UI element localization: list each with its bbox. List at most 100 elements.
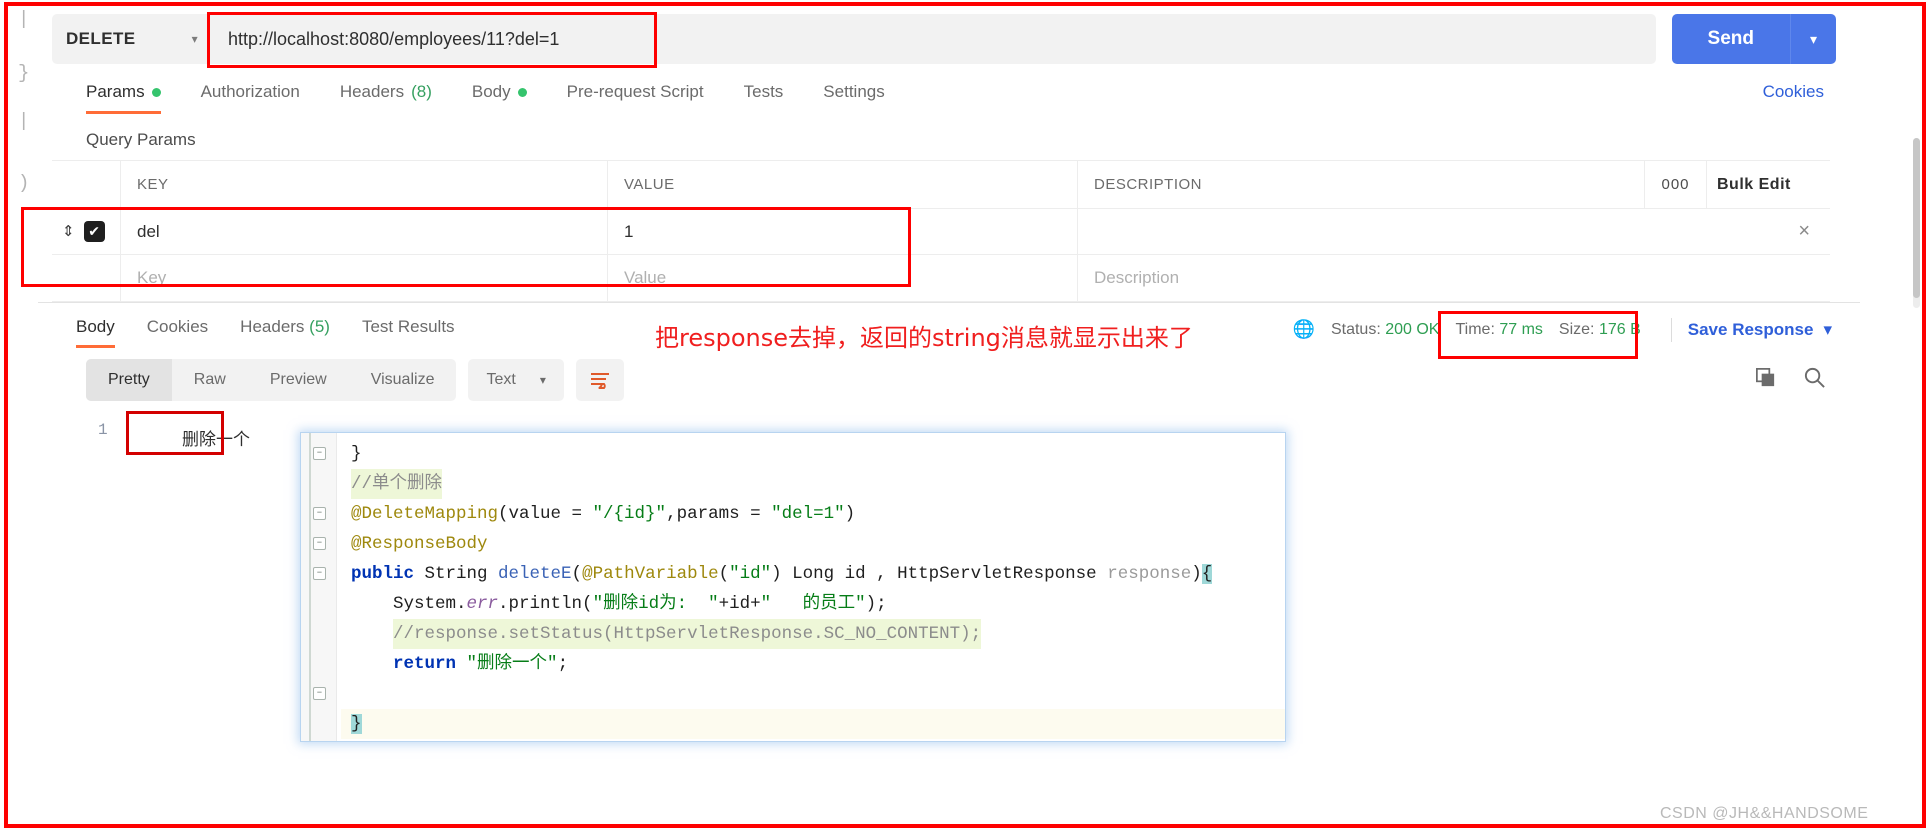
send-options-chevron-down-icon[interactable]: ▾ xyxy=(1790,14,1836,64)
tab-pre-request-script-label: Pre-request Script xyxy=(566,82,704,101)
search-icon[interactable] xyxy=(1803,366,1826,394)
wrap-lines-glyph xyxy=(590,373,609,389)
row-key-input[interactable]: del xyxy=(120,208,607,255)
placeholder-key-label: Key xyxy=(137,268,167,287)
request-tabs: Params Authorization Headers (8) Body Pr… xyxy=(38,68,1860,116)
size-value: 176 B xyxy=(1598,320,1641,338)
request-url-row: DELETE ▾ http://localhost:8080/employees… xyxy=(38,6,1860,68)
code-line-content: } xyxy=(351,444,362,464)
remove-row-icon[interactable]: × xyxy=(1798,220,1830,243)
code-token: deleteE xyxy=(498,564,572,584)
save-response-button[interactable]: Save Response ▾ xyxy=(1688,320,1832,340)
fold-marker-icon[interactable]: − xyxy=(313,507,326,520)
fold-marker-icon[interactable]: − xyxy=(313,567,326,580)
save-response-label: Save Response xyxy=(1687,319,1814,339)
view-mode-preview[interactable]: Preview xyxy=(248,359,349,401)
copy-icon[interactable] xyxy=(1754,366,1777,394)
code-token: ; xyxy=(557,654,569,674)
placeholder-value-input[interactable]: Value xyxy=(607,255,1077,301)
response-right-icons xyxy=(1754,366,1826,394)
status-metrics-group: 🌐 Status: 200 OK Time: 77 ms Size: 176 B xyxy=(1281,311,1655,348)
row-description-input[interactable]: × xyxy=(1077,208,1830,255)
tab-headers-count: (8) xyxy=(411,82,432,101)
table-options-dots-icon[interactable]: 000 xyxy=(1644,160,1706,209)
bulk-edit-button[interactable]: Bulk Edit xyxy=(1706,160,1830,209)
tab-authorization[interactable]: Authorization xyxy=(201,82,300,102)
view-mode-raw[interactable]: Raw xyxy=(172,359,248,401)
code-token: "id" xyxy=(729,564,772,584)
code-line: public String deleteE(@PathVariable("id"… xyxy=(341,559,1285,589)
response-body-text: 删除一个 xyxy=(182,430,250,450)
save-response-chevron-down-icon: ▾ xyxy=(1823,319,1832,339)
tab-tests[interactable]: Tests xyxy=(744,82,784,102)
cookies-link[interactable]: Cookies xyxy=(1763,82,1824,102)
gutter-glyph-0: | xyxy=(18,8,30,30)
response-tab-test-results[interactable]: Test Results xyxy=(362,317,455,337)
code-token: ( xyxy=(571,564,583,584)
query-params-table: KEY VALUE DESCRIPTION 000 Bulk Edit ⇕ ✔ … xyxy=(52,160,1830,302)
fold-marker-icon[interactable]: − xyxy=(313,687,326,700)
query-params-title: Query Params xyxy=(86,130,196,149)
view-mode-visualize[interactable]: Visualize xyxy=(349,359,457,401)
url-input[interactable]: http://localhost:8080/employees/11?del=1 xyxy=(212,14,1656,64)
row-enabled-checkbox[interactable]: ✔ xyxy=(83,221,105,242)
request-scrollbar-thumb[interactable] xyxy=(1913,138,1920,298)
editor-gutter: − − − − − xyxy=(301,433,337,741)
copy-glyph xyxy=(1756,368,1775,387)
editor-change-stripe xyxy=(309,433,311,741)
code-line: } xyxy=(341,709,1285,739)
send-group: Send ▾ xyxy=(1671,14,1836,64)
code-token: ,params = xyxy=(666,504,772,524)
request-scrollbar[interactable] xyxy=(1913,138,1920,308)
tab-params[interactable]: Params xyxy=(86,82,161,114)
response-tab-headers[interactable]: Headers (5) xyxy=(240,317,330,337)
editor-code-lines[interactable]: } //单个删除 @DeleteMapping(value = "/{id}",pa… xyxy=(341,433,1285,741)
code-token: public xyxy=(351,564,415,584)
gutter-glyph-1: } xyxy=(18,62,30,84)
fold-marker-icon[interactable]: − xyxy=(313,537,326,550)
code-line-content: @DeleteMapping(value = "/{id}",params = … xyxy=(351,504,855,524)
wrap-lines-icon[interactable] xyxy=(575,359,624,401)
column-header-description: DESCRIPTION xyxy=(1077,160,1644,209)
view-mode-pretty[interactable]: Pretty xyxy=(86,359,172,401)
code-token: err xyxy=(466,594,499,614)
http-method-selector[interactable]: DELETE ▾ xyxy=(52,14,212,64)
code-line: @DeleteMapping(value = "/{id}",params = … xyxy=(341,499,1285,529)
tab-pre-request-script[interactable]: Pre-request Script xyxy=(567,82,704,102)
placeholder-description-input[interactable]: Description xyxy=(1077,255,1830,301)
tab-body[interactable]: Body xyxy=(472,82,527,102)
response-tab-cookies[interactable]: Cookies xyxy=(147,317,208,337)
code-token: } xyxy=(351,444,362,464)
code-line: System.err.println("删除id为: "+id+" 的员工"); xyxy=(341,589,1285,619)
response-toolbar: Pretty Raw Preview Visualize Text ▾ xyxy=(38,351,1860,409)
left-gutter-glyphs: | } | ) xyxy=(10,0,40,300)
fold-marker-icon[interactable]: − xyxy=(313,447,326,460)
code-token: +id+ xyxy=(718,594,761,614)
placeholder-key-input[interactable]: Key xyxy=(120,255,607,301)
tab-settings[interactable]: Settings xyxy=(823,82,884,102)
code-line-content: public String deleteE(@PathVariable("id"… xyxy=(351,564,1213,584)
table-placeholder-row[interactable]: Key Value Description xyxy=(52,255,1830,301)
code-token: "del=1" xyxy=(771,504,845,524)
search-glyph xyxy=(1804,367,1825,388)
placeholder-value-label: Value xyxy=(624,268,667,287)
code-token: ( xyxy=(718,564,730,584)
code-line: //单个删除 xyxy=(341,469,1285,499)
code-token: "/{id}" xyxy=(592,504,667,524)
send-button[interactable]: Send xyxy=(1671,14,1790,64)
drag-handle-icon[interactable]: ⇕ xyxy=(62,224,75,239)
response-format-label: Text xyxy=(486,371,516,388)
tab-headers[interactable]: Headers (8) xyxy=(340,82,432,102)
time-field: Time: 77 ms xyxy=(1455,321,1542,339)
row-value-input[interactable]: 1 xyxy=(607,208,1077,255)
tab-authorization-label: Authorization xyxy=(200,82,300,101)
response-format-selector[interactable]: Text ▾ xyxy=(468,359,564,401)
code-token: .println( xyxy=(498,594,593,614)
screenshot-root: | } | ) DELETE ▾ http://localhost:8080/e… xyxy=(0,0,1932,840)
code-token: ) xyxy=(844,504,856,524)
code-token: return xyxy=(393,654,457,674)
table-row[interactable]: ⇕ ✔ del 1 × xyxy=(52,208,1830,255)
code-line-content: } xyxy=(351,714,362,734)
row-handle-cell: ⇕ ✔ xyxy=(52,221,120,242)
response-tab-body[interactable]: Body xyxy=(76,317,115,348)
